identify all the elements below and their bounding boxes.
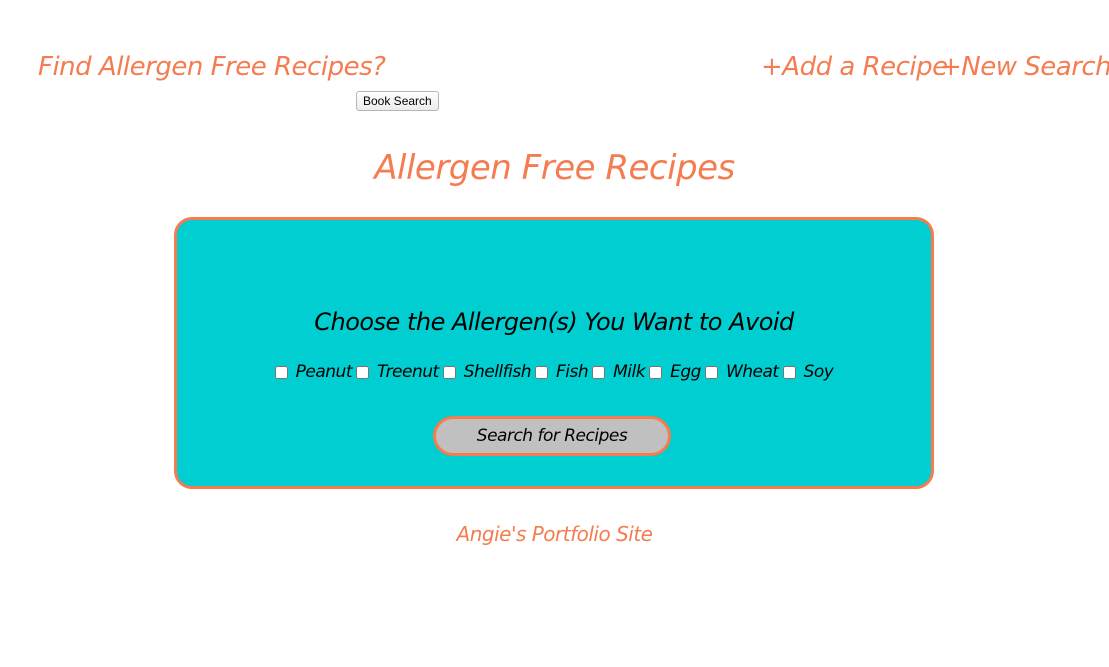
allergen-option-wheat[interactable]: Wheat	[704, 362, 779, 382]
shellfish-checkbox[interactable]	[442, 365, 456, 379]
peanut-checkbox[interactable]	[274, 365, 288, 379]
portfolio-site-link[interactable]: Angie's Portfolio Site	[0, 522, 1109, 546]
allergen-label: Treenut	[377, 362, 439, 382]
allergen-option-egg[interactable]: Egg	[649, 362, 701, 382]
allergen-option-treenut[interactable]: Treenut	[356, 362, 439, 382]
treenut-checkbox[interactable]	[356, 365, 369, 379]
allergen-option-milk[interactable]: Milk	[592, 362, 646, 382]
add-recipe-link[interactable]: +Add a Recipe	[761, 52, 948, 82]
allergen-label: Wheat	[725, 362, 779, 382]
new-search-link[interactable]: +New Search	[940, 52, 1109, 82]
allergen-label: Peanut	[295, 362, 353, 382]
allergen-option-soy[interactable]: Soy	[782, 362, 834, 382]
milk-checkbox[interactable]	[592, 365, 606, 379]
page-title: Allergen Free Recipes	[374, 148, 735, 188]
soy-checkbox[interactable]	[782, 365, 796, 379]
allergen-search-panel: Choose the Allergen(s) You Want to Avoid…	[174, 217, 934, 489]
search-recipes-button[interactable]: Search for Recipes	[433, 416, 671, 456]
nav-brand-link[interactable]: Find Allergen Free Recipes?	[38, 52, 386, 82]
allergen-option-peanut[interactable]: Peanut	[274, 362, 353, 382]
allergen-label: Soy	[803, 362, 834, 382]
book-search-button[interactable]: Book Search	[356, 91, 439, 111]
wheat-checkbox[interactable]	[704, 365, 718, 379]
allergen-option-fish[interactable]: Fish	[535, 362, 589, 382]
allergen-label: Fish	[556, 362, 589, 382]
allergen-checkbox-group: Peanut Treenut Shellfish Fish Milk Egg W…	[177, 362, 931, 382]
fish-checkbox[interactable]	[535, 365, 548, 379]
egg-checkbox[interactable]	[649, 365, 663, 379]
allergen-label: Milk	[613, 362, 646, 382]
allergen-label: Shellfish	[463, 362, 532, 382]
allergen-option-shellfish[interactable]: Shellfish	[442, 362, 532, 382]
allergen-label: Egg	[670, 362, 701, 382]
panel-heading: Choose the Allergen(s) You Want to Avoid	[314, 308, 794, 336]
